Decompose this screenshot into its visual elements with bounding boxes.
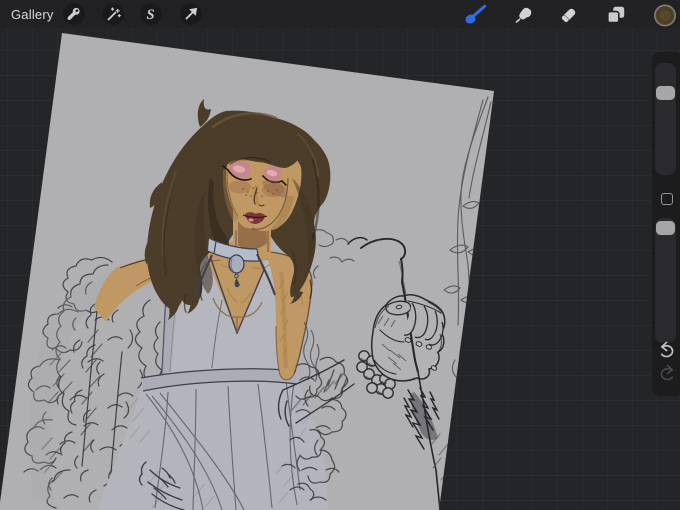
svg-text:S: S [146, 7, 154, 23]
